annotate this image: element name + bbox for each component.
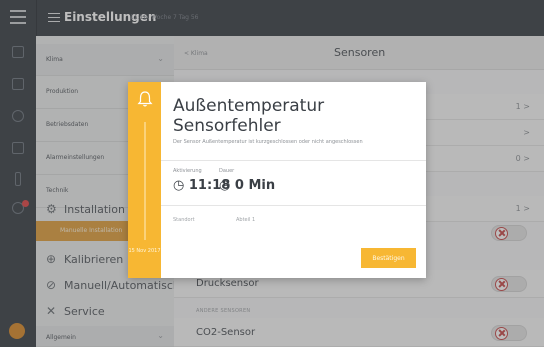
divider xyxy=(161,160,426,161)
alarm-title: Außentemperatur Sensorfehler xyxy=(173,96,393,136)
alarm-title-line2: Sensorfehler xyxy=(173,116,281,136)
alarm-date: 15 Nov 2017 xyxy=(128,248,161,254)
confirm-button[interactable]: Bestätigen xyxy=(361,248,416,268)
duration-label: Dauer xyxy=(219,168,235,174)
location-value: Abteil 1 xyxy=(236,217,256,223)
timeline-line xyxy=(144,122,146,240)
divider xyxy=(161,205,426,206)
duration-value: ◷ 0 Min xyxy=(219,178,275,193)
location-label: Standort xyxy=(173,217,195,223)
clock-icon: ◷ xyxy=(173,178,189,193)
activation-label: Aktivierung xyxy=(173,168,202,174)
duration-time: 0 Min xyxy=(234,178,276,193)
alarm-description: Der Sensor Außentemperatur ist kurzgesch… xyxy=(173,139,363,145)
alarm-title-line1: Außentemperatur xyxy=(173,96,325,116)
bell-icon xyxy=(137,90,153,108)
timer-icon: ◷ xyxy=(219,178,235,193)
